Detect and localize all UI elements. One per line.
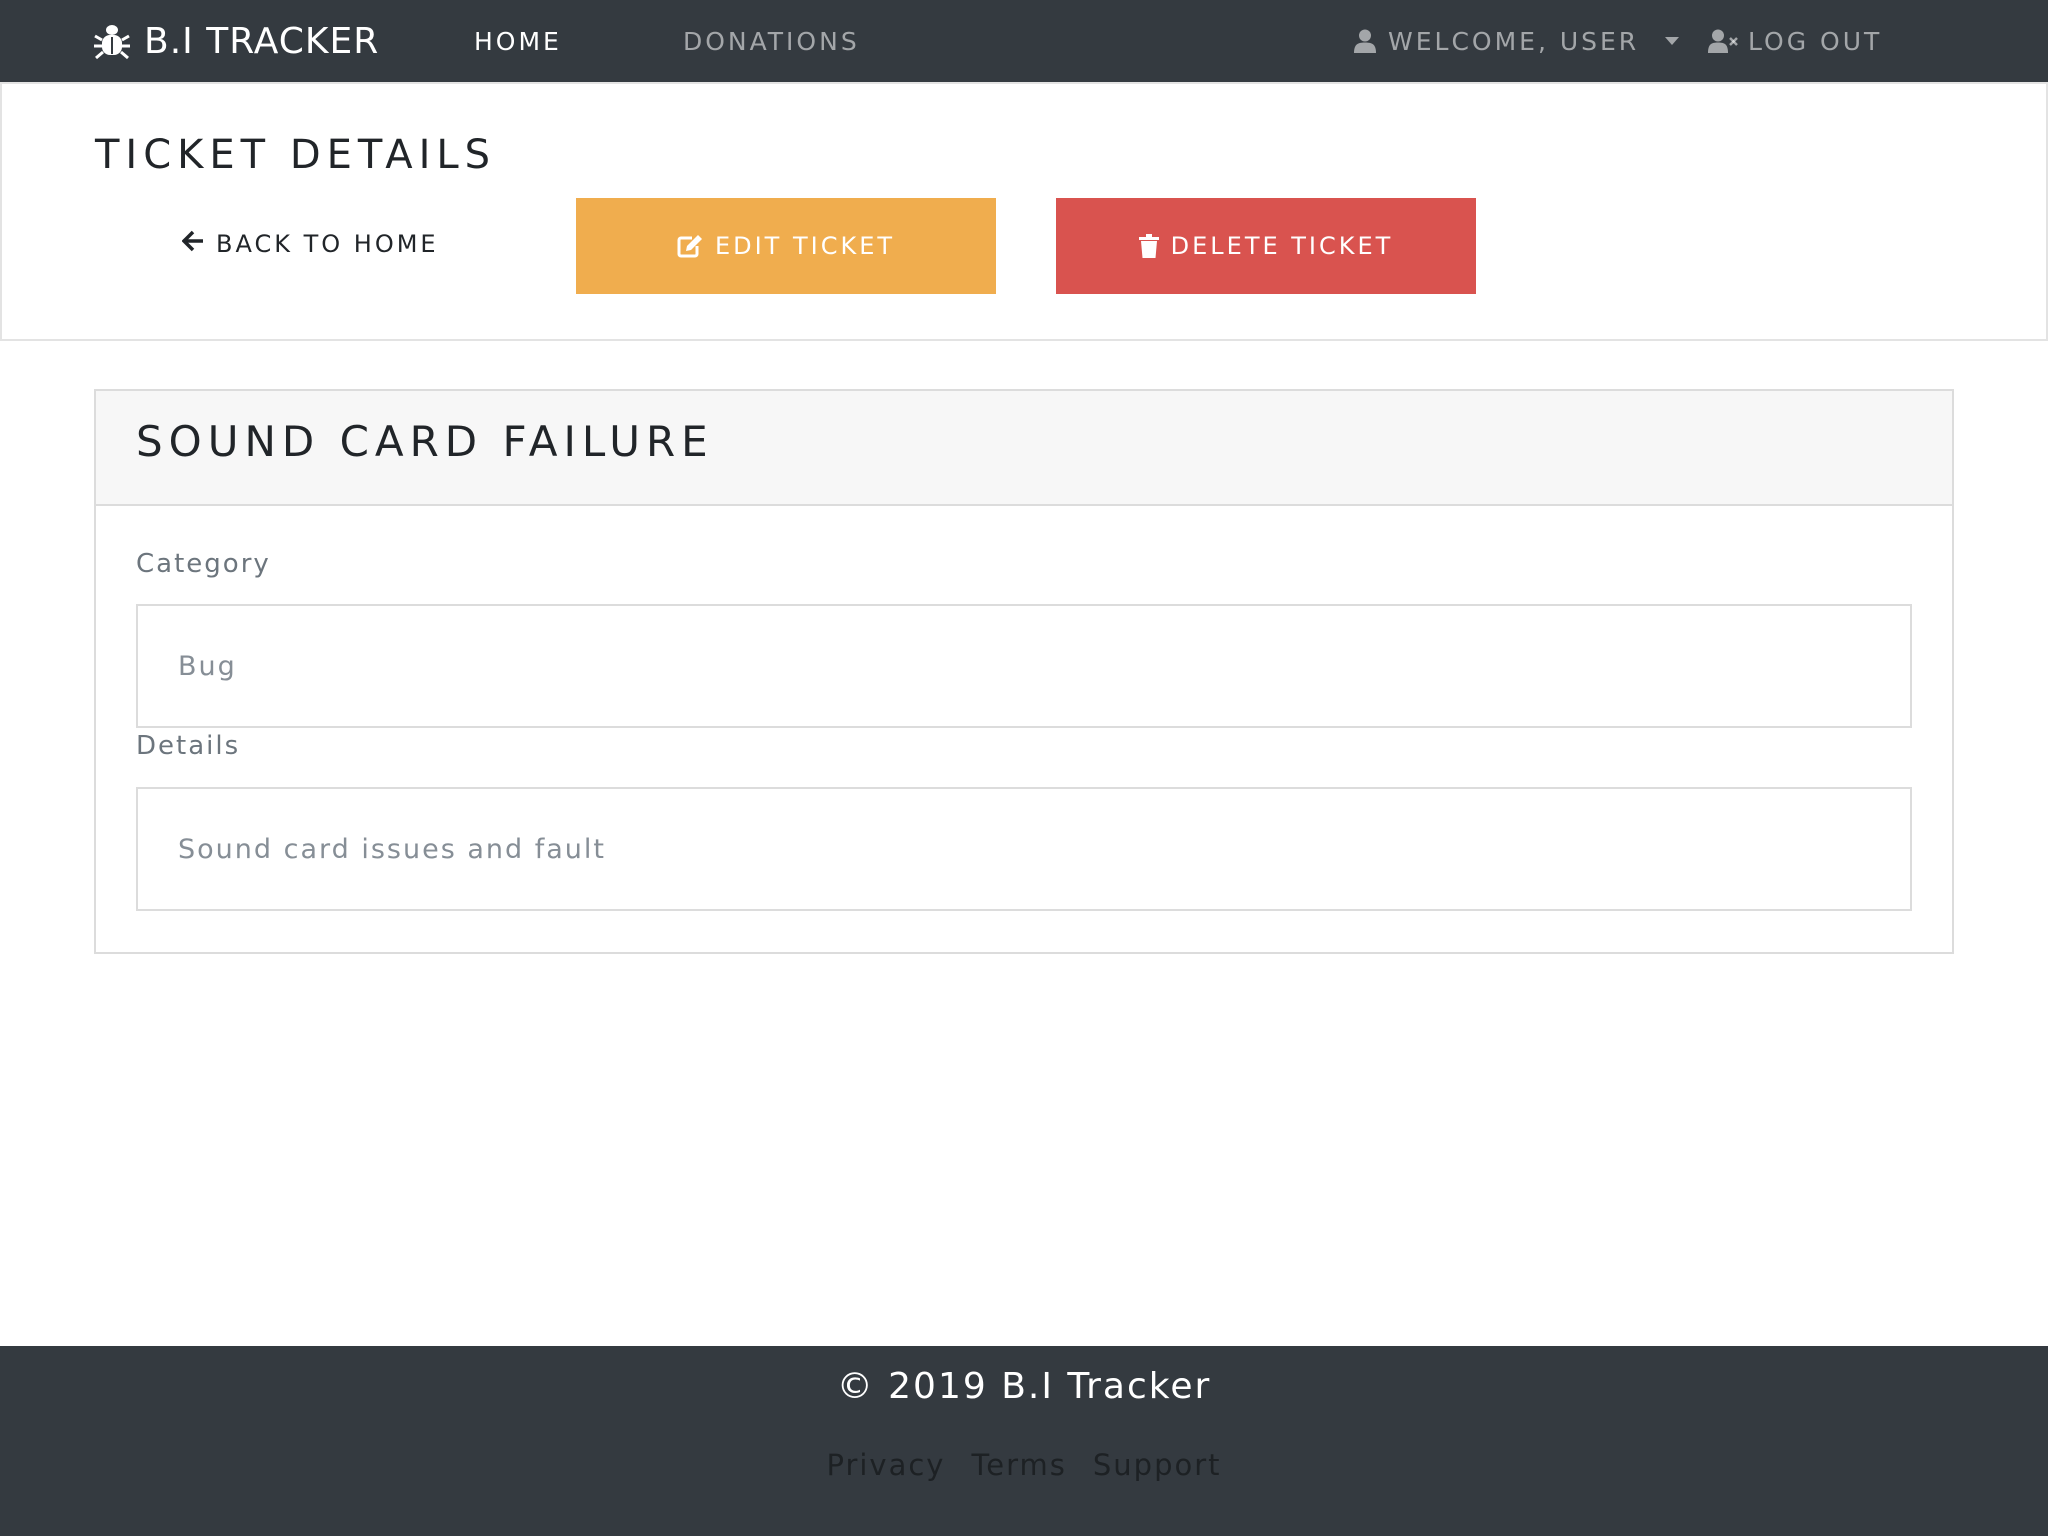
details-value: Sound card issues and fault <box>178 833 606 865</box>
nav-home-label: HOME <box>474 26 562 56</box>
navbar: B.I TRACKER HOME DONATIONS WELCOME, USER… <box>0 0 2048 82</box>
delete-ticket-button[interactable]: DELETE TICKET <box>1056 198 1476 294</box>
ticket-card: SOUND CARD FAILURE Category Bug Details … <box>94 389 1954 954</box>
card-header: SOUND CARD FAILURE <box>96 391 1952 506</box>
category-field: Bug <box>136 604 1912 728</box>
footer-link-privacy[interactable]: Privacy <box>826 1448 945 1482</box>
user-times-icon <box>1708 29 1738 53</box>
user-menu-dropdown[interactable]: WELCOME, USER <box>1354 0 1680 82</box>
nav-home[interactable]: HOME <box>474 0 562 82</box>
footer: © 2019 B.I Tracker Privacy Terms Support <box>0 1346 2048 1536</box>
details-label: Details <box>136 731 241 761</box>
nav-donations-label: DONATIONS <box>683 26 860 56</box>
edit-ticket-label: EDIT TICKET <box>714 232 896 260</box>
category-value: Bug <box>178 650 237 682</box>
arrow-left-icon <box>181 230 204 258</box>
edit-icon <box>677 234 703 258</box>
brand-text: B.I TRACKER <box>144 20 380 62</box>
caret-down-icon <box>1665 37 1680 45</box>
logout-label: LOG OUT <box>1748 26 1883 56</box>
edit-ticket-button[interactable]: EDIT TICKET <box>576 198 996 294</box>
trash-icon <box>1138 234 1159 258</box>
brand-link[interactable]: B.I TRACKER <box>94 0 379 82</box>
user-menu-label: WELCOME, USER <box>1388 26 1640 56</box>
footer-link-terms[interactable]: Terms <box>971 1448 1066 1482</box>
back-to-home-link[interactable]: BACK TO HOME <box>181 224 439 264</box>
details-field: Sound card issues and fault <box>136 787 1912 911</box>
footer-link-support[interactable]: Support <box>1093 1448 1222 1482</box>
bug-icon <box>94 22 130 60</box>
copyright-text: © 2019 B.I Tracker <box>836 1366 1212 1407</box>
delete-ticket-label: DELETE TICKET <box>1170 232 1394 260</box>
footer-links: Privacy Terms Support <box>0 1448 2048 1482</box>
user-icon <box>1354 29 1376 53</box>
ticket-header-panel: TICKET DETAILS BACK TO HOME EDIT TICKET <box>0 82 2048 341</box>
logout-link[interactable]: LOG OUT <box>1708 0 1882 82</box>
category-label: Category <box>136 549 271 579</box>
ticket-title: SOUND CARD FAILURE <box>136 417 714 466</box>
nav-donations[interactable]: DONATIONS <box>683 0 860 82</box>
page-title: TICKET DETAILS <box>95 132 497 178</box>
back-to-home-label: BACK TO HOME <box>216 230 439 258</box>
